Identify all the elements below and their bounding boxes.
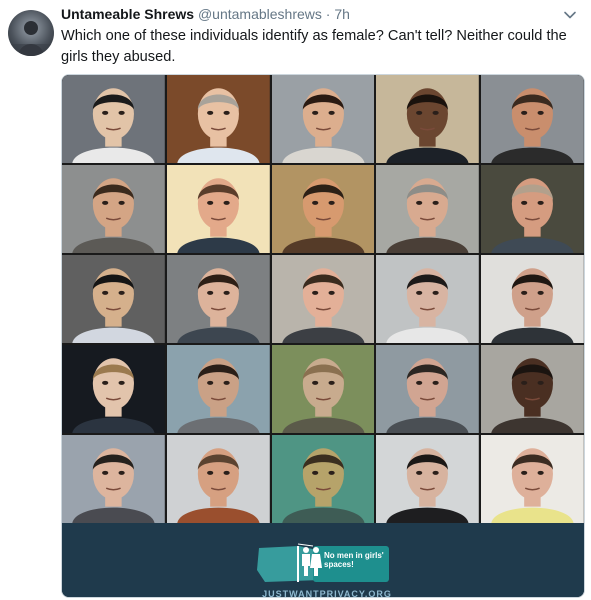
display-name[interactable]: Untameable Shrews	[61, 6, 194, 22]
user-handle[interactable]: @untamableshrews	[198, 6, 322, 22]
mugshot-photo[interactable]	[62, 75, 165, 163]
mugshot-photo[interactable]	[376, 435, 480, 523]
timestamp[interactable]: 7h	[334, 6, 350, 22]
mugshot-photo[interactable]	[166, 75, 270, 163]
mugshot-photo[interactable]	[62, 255, 165, 343]
mugshot-photo[interactable]	[481, 255, 584, 343]
mugshot-photo[interactable]	[376, 165, 480, 253]
mugshot-photo[interactable]	[271, 345, 375, 433]
tweet-text: Which one of these individuals identify …	[61, 28, 567, 65]
mugshot-photo[interactable]	[166, 165, 270, 253]
mugshot-photo[interactable]	[481, 435, 584, 523]
mugshot-photo[interactable]	[271, 165, 375, 253]
mugshot-photo[interactable]	[62, 435, 165, 523]
mugshot-photo[interactable]	[481, 165, 584, 253]
mugshot-grid	[62, 75, 584, 523]
mugshot-photo[interactable]	[166, 435, 270, 523]
mugshot-photo[interactable]	[271, 255, 375, 343]
campaign-url[interactable]: JUSTWANTPRIVACY.ORG	[232, 589, 422, 597]
separator-dot: ·	[325, 6, 331, 22]
mugshot-photo[interactable]	[166, 345, 270, 433]
mugshot-photo[interactable]	[166, 255, 270, 343]
mugshot-photo[interactable]	[376, 75, 480, 163]
avatar[interactable]	[8, 10, 54, 56]
mugshot-photo[interactable]	[481, 345, 584, 433]
mugshot-photo[interactable]	[62, 165, 165, 253]
mugshot-photo[interactable]	[376, 255, 480, 343]
tweet-header: Untameable Shrews @untamableshrews · 7h	[61, 6, 350, 22]
campaign-banner: No men in girls' spaces! JUSTWANTPRIVACY…	[62, 523, 584, 597]
mugshot-photo[interactable]	[376, 345, 480, 433]
chevron-down-icon[interactable]	[563, 8, 577, 22]
mugshot-photo[interactable]	[481, 75, 584, 163]
tweet-media[interactable]: No men in girls' spaces! JUSTWANTPRIVACY…	[61, 74, 585, 598]
mugshot-photo[interactable]	[271, 75, 375, 163]
mugshot-photo[interactable]	[271, 435, 375, 523]
mugshot-photo[interactable]	[62, 345, 165, 433]
badge-text: No men in girls' spaces!	[324, 551, 384, 569]
